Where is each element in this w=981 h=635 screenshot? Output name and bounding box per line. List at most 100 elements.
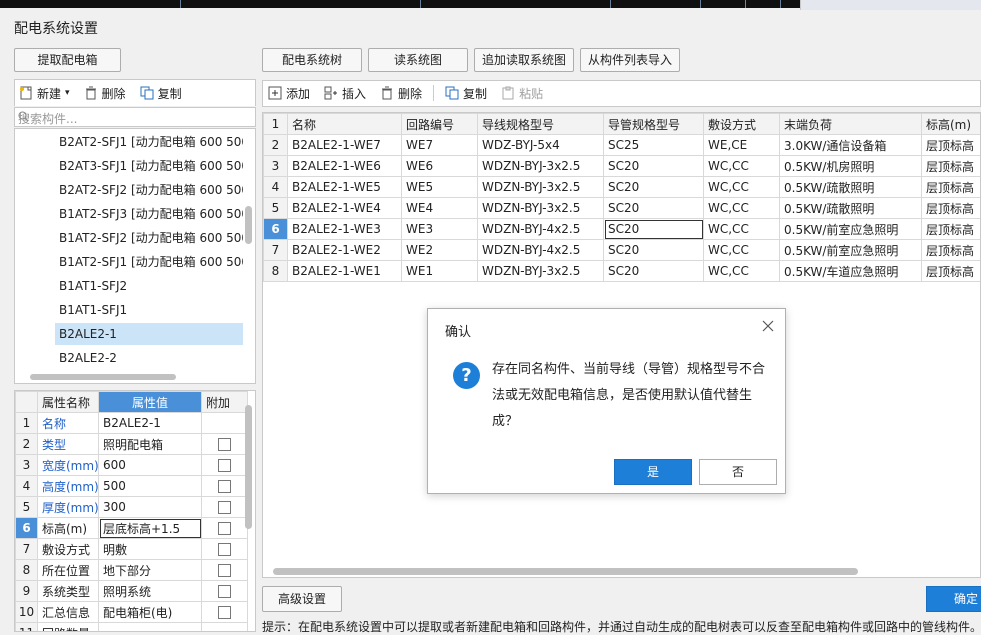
grid-cell[interactable]: SC25 [604,135,704,156]
grid-cell[interactable]: WE6 [402,156,478,177]
tree-hscroll[interactable] [30,374,176,380]
grid-cell[interactable]: WC,CC [704,156,780,177]
prop-value[interactable]: 配电箱柜(电) [99,602,202,623]
append-diagram-button[interactable]: 追加读取系统图 [474,48,574,72]
grid-cell[interactable]: 0.5KW/车道应急照明 [780,261,922,282]
grid-cell[interactable]: SC20 [604,198,704,219]
grid-cell[interactable]: 层顶标高 [922,135,981,156]
grid-header[interactable]: 末端负荷 [780,114,922,135]
advanced-settings-button[interactable]: 高级设置 [262,586,342,612]
import-list-button[interactable]: 从构件列表导入 [580,48,680,72]
grid-cell[interactable]: 层顶标高 [922,198,981,219]
grid-header[interactable]: 敷设方式 [704,114,780,135]
grid-cell[interactable]: B2ALE2-1-WE2 [288,240,402,261]
paste-row-button[interactable]: 粘贴 [496,82,548,104]
table-row[interactable]: 7B2ALE2-1-WE2WE2WDZN-BYJ-4x2.5SC20WC,CC0… [264,240,981,261]
grid-cell[interactable]: SC20 [604,156,704,177]
grid-cell[interactable]: WC,CC [704,240,780,261]
grid-header[interactable]: 导线规格型号 [478,114,604,135]
extra-checkbox[interactable] [218,459,231,472]
extra-checkbox[interactable] [218,438,231,451]
grid-hscroll[interactable] [273,568,858,575]
grid-cell[interactable]: 0.5KW/疏散照明 [780,177,922,198]
grid-cell[interactable]: 层顶标高 [922,219,981,240]
add-row-button[interactable]: 添加 [263,82,315,104]
tree-item[interactable]: B1AT2-SFJ3 [动力配电箱 600 500 [55,203,243,225]
table-row[interactable]: 4B2ALE2-1-WE5WE5WDZN-BYJ-3x2.5SC20WC,CC0… [264,177,981,198]
tree-item[interactable]: B1AT1-SFJ2 [55,275,243,297]
table-row[interactable]: 3B2ALE2-1-WE6WE6WDZN-BYJ-3x2.5SC20WC,CC0… [264,156,981,177]
grid-cell[interactable]: WDZ-BYJ-5x4 [478,135,604,156]
grid-cell[interactable]: WE4 [402,198,478,219]
grid-cell[interactable]: WC,CC [704,177,780,198]
confirm-button[interactable]: 确定 [926,586,981,612]
extra-checkbox[interactable] [218,564,231,577]
close-icon[interactable] [761,319,775,333]
grid-header[interactable]: 回路编号 [402,114,478,135]
tree-item[interactable]: B2AT3-SFJ1 [动力配电箱 600 500 [55,155,243,177]
prop-value[interactable]: 300 [99,497,202,518]
system-tree-button[interactable]: 配电系统树 [262,48,362,72]
grid-cell[interactable]: WE3 [402,219,478,240]
extra-checkbox[interactable] [218,543,231,556]
grid-cell[interactable]: WE,CE [704,135,780,156]
grid-cell[interactable]: SC20 [604,261,704,282]
grid-cell[interactable]: SC20 [604,177,704,198]
prop-value[interactable]: 600 [99,455,202,476]
tree-item[interactable]: B2AT2-SFJ2 [动力配电箱 600 500 [55,179,243,201]
delete-box-button[interactable]: 删除 [79,82,131,104]
prop-vscroll[interactable] [245,405,252,529]
grid-cell[interactable]: WE7 [402,135,478,156]
extra-checkbox[interactable] [218,480,231,493]
grid-cell[interactable]: 层顶标高 [922,156,981,177]
grid-cell[interactable]: B2ALE2-1-WE5 [288,177,402,198]
prop-value[interactable]: 层底标高+1.5 [99,518,202,539]
prop-value[interactable]: 地下部分 [99,560,202,581]
grid-cell[interactable]: WE1 [402,261,478,282]
grid-cell[interactable]: WDZN-BYJ-3x2.5 [478,156,604,177]
grid-cell[interactable]: 层顶标高 [922,177,981,198]
table-row[interactable]: 8B2ALE2-1-WE1WE1WDZN-BYJ-3x2.5SC20WC,CC0… [264,261,981,282]
read-diagram-button[interactable]: 读系统图 [368,48,468,72]
grid-cell[interactable]: B2ALE2-1-WE7 [288,135,402,156]
insert-row-button[interactable]: 插入 [319,82,371,104]
delete-row-button[interactable]: 删除 [375,82,427,104]
search-input[interactable]: 搜索构件... [14,107,256,127]
prop-value[interactable] [99,623,202,633]
grid-cell[interactable]: WC,CC [704,261,780,282]
prop-value[interactable]: 照明系统 [99,581,202,602]
extra-checkbox[interactable] [218,585,231,598]
grid-cell[interactable]: WC,CC [704,198,780,219]
grid-cell[interactable]: B2ALE2-1-WE4 [288,198,402,219]
grid-cell[interactable]: B2ALE2-1-WE3 [288,219,402,240]
grid-header[interactable]: 标高(m) [922,114,981,135]
tree-item[interactable]: B1AT2-SFJ1 [动力配电箱 600 500 [55,251,243,273]
grid-cell[interactable]: WE5 [402,177,478,198]
grid-cell[interactable]: WDZN-BYJ-3x2.5 [478,198,604,219]
extra-checkbox[interactable] [218,501,231,514]
prop-value[interactable]: 照明配电箱 [99,434,202,455]
tree-item[interactable]: B2ALE2-1 [55,323,243,345]
table-row[interactable]: 6B2ALE2-1-WE3WE3WDZN-BYJ-4x2.5SC20WC,CC0… [264,219,981,240]
extra-checkbox[interactable] [218,606,231,619]
grid-cell[interactable]: SC20 [604,219,704,240]
extra-checkbox[interactable] [218,522,231,535]
prop-value[interactable]: B2ALE2-1 [99,413,202,434]
grid-header[interactable]: 导管规格型号 [604,114,704,135]
new-button[interactable]: 新建 ▾ [14,82,75,104]
tree-item[interactable]: B1AT1-SFJ1 [55,299,243,321]
grid-cell[interactable]: 0.5KW/前室应急照明 [780,240,922,261]
grid-cell[interactable]: B2ALE2-1-WE6 [288,156,402,177]
table-row[interactable]: 5B2ALE2-1-WE4WE4WDZN-BYJ-3x2.5SC20WC,CC0… [264,198,981,219]
grid-cell[interactable]: WC,CC [704,219,780,240]
tree-item[interactable]: B2AT2-SFJ1 [动力配电箱 600 500 [55,131,243,153]
grid-cell[interactable]: WDZN-BYJ-4x2.5 [478,240,604,261]
table-row[interactable]: 2B2ALE2-1-WE7WE7WDZ-BYJ-5x4SC25WE,CE3.0K… [264,135,981,156]
yes-button[interactable]: 是 [614,459,692,485]
prop-value[interactable]: 明敷 [99,539,202,560]
extract-box-button[interactable]: 提取配电箱 [14,48,121,72]
grid-cell[interactable]: 0.5KW/前室应急照明 [780,219,922,240]
grid-cell[interactable]: 0.5KW/疏散照明 [780,198,922,219]
grid-cell[interactable]: WDZN-BYJ-3x2.5 [478,177,604,198]
copy-row-button[interactable]: 复制 [440,82,492,104]
